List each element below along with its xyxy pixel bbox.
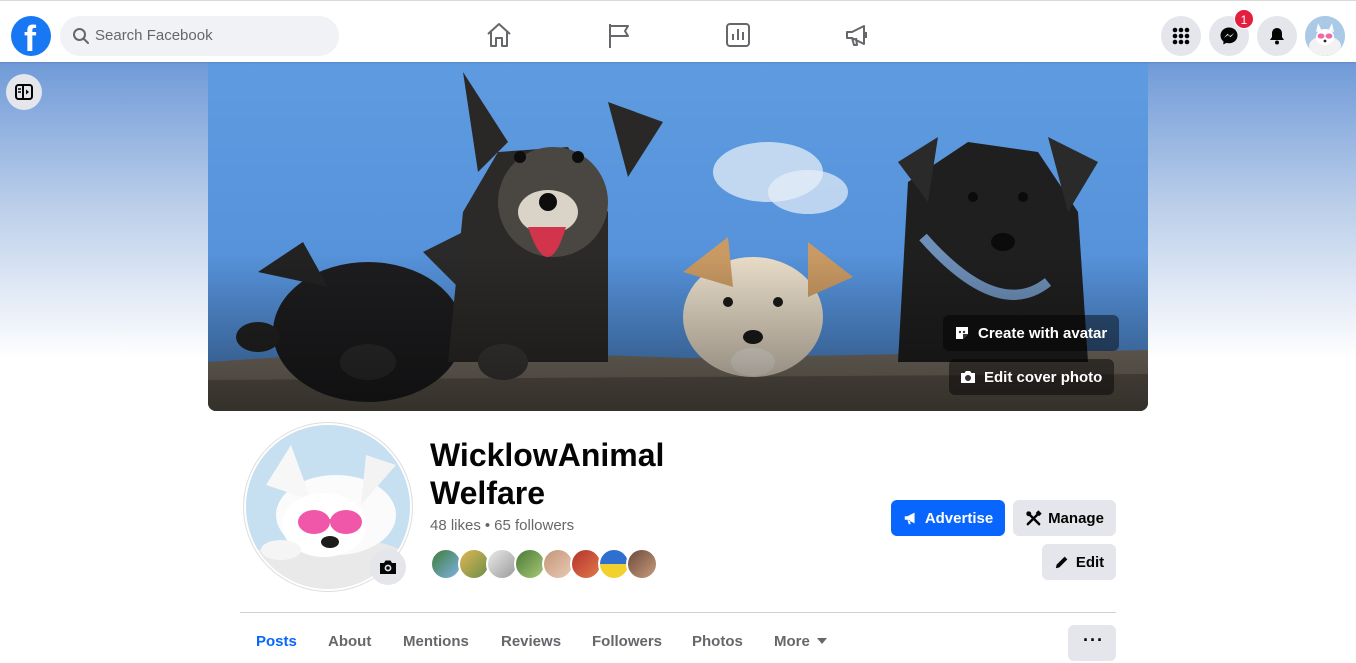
account-avatar[interactable] xyxy=(1305,16,1345,56)
tabs-divider xyxy=(240,612,1116,613)
search-input[interactable]: Search Facebook xyxy=(95,27,213,44)
caret-down-icon xyxy=(816,638,827,644)
menu-grid-icon xyxy=(1172,27,1190,45)
ads-megaphone-icon[interactable] xyxy=(842,20,872,50)
edit-button[interactable]: Edit xyxy=(1042,544,1116,580)
menu-grid-button[interactable] xyxy=(1161,16,1201,56)
home-icon[interactable] xyxy=(484,20,514,50)
follower-avatar[interactable] xyxy=(626,548,658,580)
tab-followers[interactable]: Followers xyxy=(592,613,662,663)
cover-photo[interactable]: Create with avatar Edit cover photo xyxy=(208,62,1148,411)
messenger-icon xyxy=(1220,27,1238,45)
edit-cover-photo-button[interactable]: Edit cover photo xyxy=(949,359,1115,395)
sidebar-toggle-button[interactable] xyxy=(6,74,42,110)
notifications-bell-icon xyxy=(1270,28,1284,45)
more-options-button[interactable]: ··· xyxy=(1068,625,1116,661)
tab-more[interactable]: More xyxy=(774,613,827,663)
manage-button[interactable]: Manage xyxy=(1013,500,1116,536)
create-with-avatar-label: Create with avatar xyxy=(978,324,1108,342)
create-with-avatar-button[interactable]: Create with avatar xyxy=(943,315,1120,351)
more-dots-icon: ··· xyxy=(1083,630,1104,650)
search-box[interactable]: Search Facebook xyxy=(60,16,339,56)
tab-reviews[interactable]: Reviews xyxy=(501,613,561,663)
insights-icon[interactable] xyxy=(723,20,753,50)
page-title: WicklowAnimal Welfare xyxy=(430,437,665,511)
tab-posts[interactable]: Posts xyxy=(256,613,297,663)
facebook-logo-icon[interactable]: f xyxy=(11,16,51,59)
change-profile-picture-button[interactable] xyxy=(370,549,406,585)
messenger-badge: 1 xyxy=(1234,9,1254,29)
pencil-icon xyxy=(1055,556,1068,569)
edit-label: Edit xyxy=(1075,553,1105,571)
megaphone-icon xyxy=(904,512,915,525)
edit-cover-photo-label: Edit cover photo xyxy=(984,368,1103,386)
advertise-label: Advertise xyxy=(924,509,994,527)
tab-about[interactable]: About xyxy=(328,613,371,663)
top-navigation-bar: f Search Facebook xyxy=(0,0,1356,62)
avatar-sticker-icon xyxy=(956,327,968,339)
pages-flag-icon[interactable] xyxy=(604,20,634,50)
advertise-button[interactable]: Advertise xyxy=(891,500,1005,536)
manage-label: Manage xyxy=(1048,509,1104,527)
dog-avatar-image xyxy=(1305,16,1345,56)
notifications-button[interactable] xyxy=(1257,16,1297,56)
tab-photos[interactable]: Photos xyxy=(692,613,743,663)
tab-mentions[interactable]: Mentions xyxy=(403,613,469,663)
likes-count[interactable]: 48 likes xyxy=(430,517,481,534)
camera-icon xyxy=(961,371,975,383)
sidebar-toggle-icon xyxy=(15,84,33,100)
tools-icon xyxy=(1026,509,1042,525)
page-stats: 48 likes • 65 followers xyxy=(430,517,574,534)
camera-icon xyxy=(380,560,396,574)
followers-count[interactable]: 65 followers xyxy=(494,517,574,534)
search-icon xyxy=(73,28,89,44)
stats-separator: • xyxy=(484,517,491,534)
